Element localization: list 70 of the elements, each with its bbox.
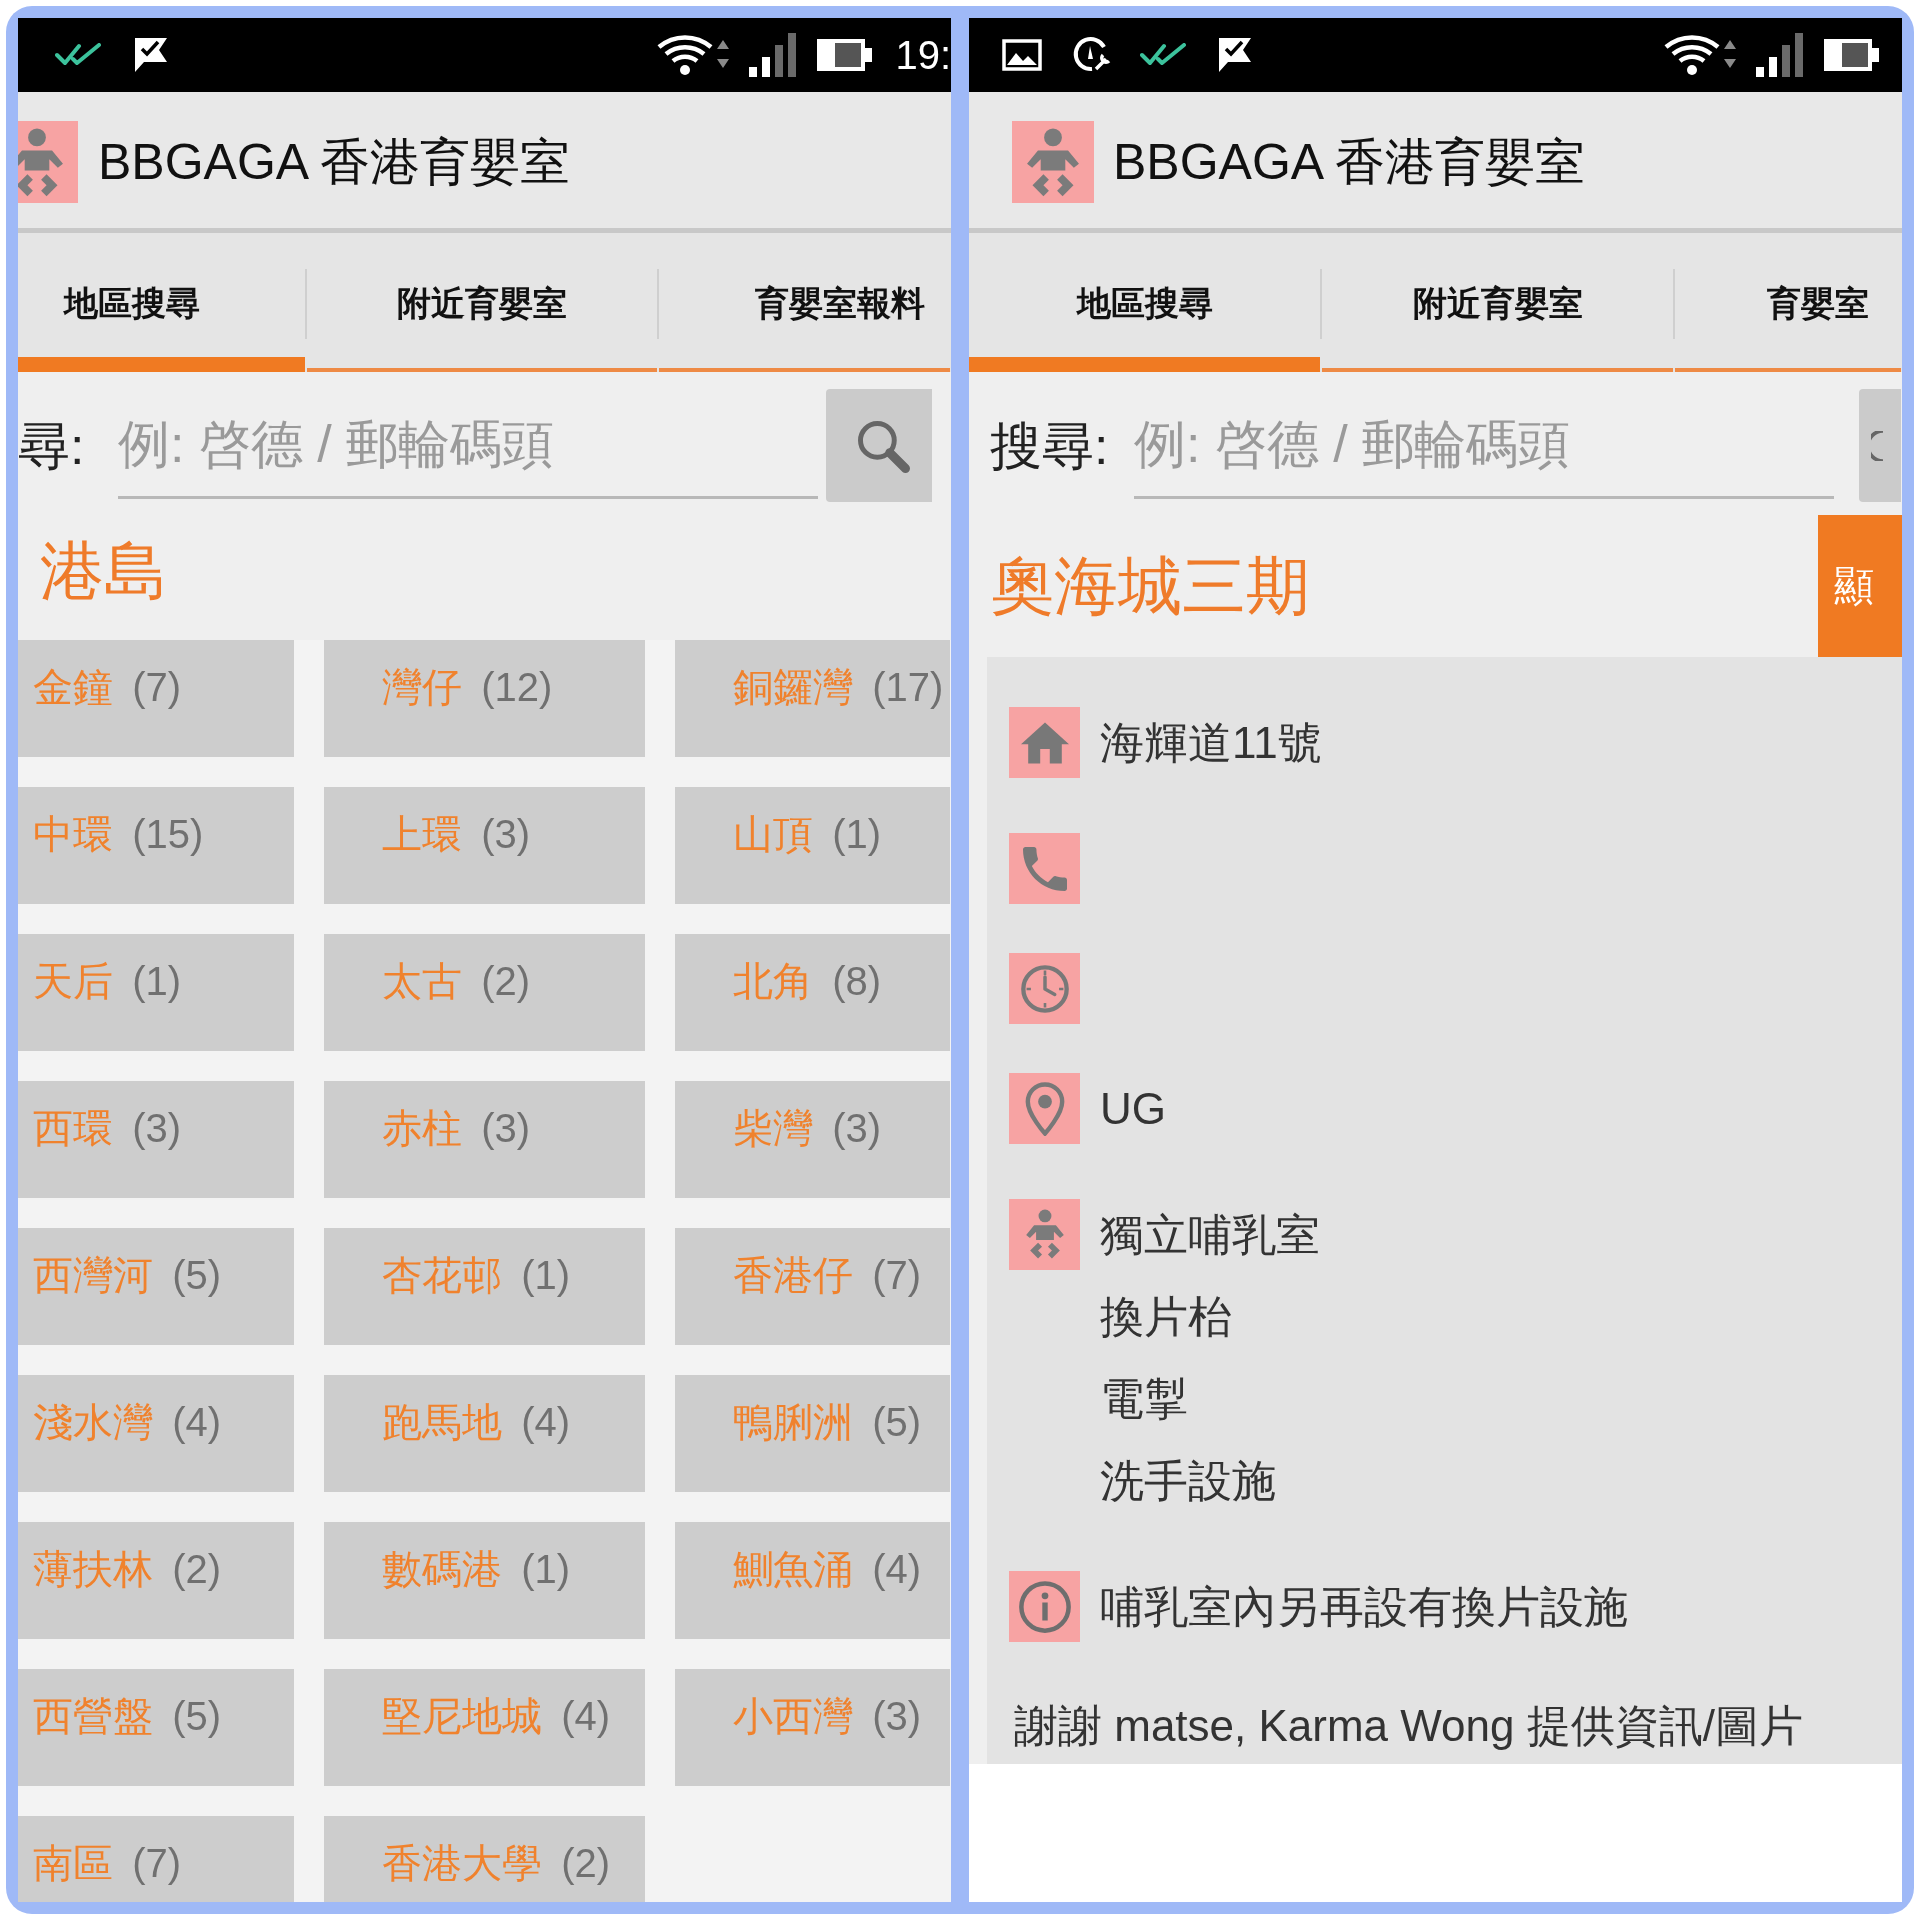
pin-icon: [1009, 1073, 1080, 1144]
search-icon: [856, 418, 910, 473]
district-button[interactable]: 柴灣 (3): [675, 1081, 950, 1198]
district-button[interactable]: 灣仔 (12): [324, 640, 645, 757]
district-button[interactable]: 淺水灣 (4): [18, 1375, 294, 1492]
show-button[interactable]: 顯: [1818, 515, 1902, 657]
tab[interactable]: 育嬰室: [1675, 233, 1901, 372]
wifi-icon: [655, 33, 732, 77]
signal-icon: [1756, 33, 1804, 77]
tab[interactable]: 育嬰室報料: [659, 233, 950, 372]
district-button[interactable]: 中環 (15): [18, 787, 294, 904]
section-title: 港島: [40, 535, 168, 607]
district-button[interactable]: 鴨脷洲 (5): [675, 1375, 950, 1492]
battery-icon: [1822, 37, 1880, 73]
search-field[interactable]: 例: 啓德 / 郵輪碼頭: [118, 392, 818, 499]
app-title: BBGAGA 香港育嬰室: [1113, 133, 1586, 192]
address-text: 海輝道11號: [1100, 717, 1322, 769]
district-button[interactable]: 薄扶林 (2): [18, 1522, 294, 1639]
district-button[interactable]: 金鐘 (7): [18, 640, 294, 757]
phone-icon: [1009, 833, 1080, 904]
info-icon: [1009, 1571, 1080, 1642]
district-button[interactable]: 上環 (3): [324, 787, 645, 904]
baby-icon: [1012, 121, 1094, 203]
facility-text: 換片枱: [1100, 1291, 1233, 1343]
clock-icon: [1009, 953, 1080, 1024]
search-label: 搜尋:: [990, 415, 1110, 476]
app-title: BBGAGA 香港育嬰室: [98, 133, 571, 192]
facility-text: 獨立哺乳室: [1100, 1209, 1320, 1261]
district-button[interactable]: 香港仔 (7): [675, 1228, 950, 1345]
image-icon: [1002, 39, 1042, 71]
district-button[interactable]: 北角 (8): [675, 934, 950, 1051]
district-button[interactable]: 山頂 (1): [675, 787, 950, 904]
battery-icon: [815, 37, 874, 73]
district-button[interactable]: 赤柱 (3): [324, 1081, 645, 1198]
tab[interactable]: 地區搜尋: [969, 233, 1320, 372]
baby-icon: [18, 121, 78, 203]
facility-text: 洗手設施: [1100, 1455, 1277, 1507]
district-button[interactable]: 西營盤 (5): [18, 1669, 294, 1786]
district-button[interactable]: 杏花邨 (1): [324, 1228, 645, 1345]
credit-text: 謝謝 matse, Karma Wong 提供資訊/圖片: [1014, 1700, 1803, 1752]
baby-icon: [1009, 1199, 1080, 1270]
district-button[interactable]: 跑馬地 (4): [324, 1375, 645, 1492]
district-button[interactable]: 天后 (1): [18, 934, 294, 1051]
district-button[interactable]: 西灣河 (5): [18, 1228, 294, 1345]
district-button[interactable]: 西環 (3): [18, 1081, 294, 1198]
search-icon: [1871, 430, 1883, 461]
district-button[interactable]: 南區 (7): [18, 1816, 294, 1902]
tab[interactable]: 地區搜尋: [18, 233, 305, 372]
note-text: 哺乳室內另再設有換片設施: [1100, 1581, 1628, 1633]
status-time: 19:: [895, 33, 951, 77]
district-button[interactable]: 香港大學 (2): [324, 1816, 645, 1902]
wifi-icon: [1662, 33, 1738, 77]
tab[interactable]: 附近育嬰室: [307, 233, 657, 372]
floor-text: UG: [1100, 1083, 1166, 1135]
signal-icon: [749, 33, 798, 77]
section-title: 奧海城三期: [990, 550, 1310, 622]
facility-text: 電掣: [1100, 1373, 1189, 1425]
district-button[interactable]: 鰂魚涌 (4): [675, 1522, 950, 1639]
home-icon: [1009, 707, 1080, 778]
search-field[interactable]: 例: 啓德 / 郵輪碼頭: [1134, 392, 1834, 499]
search-label: 尋:: [18, 415, 86, 476]
double-check-icon: [1140, 43, 1188, 67]
district-button[interactable]: 太古 (2): [324, 934, 645, 1051]
district-button[interactable]: 小西灣 (3): [675, 1669, 950, 1786]
district-button[interactable]: 數碼港 (1): [324, 1522, 645, 1639]
search-button[interactable]: [826, 389, 932, 502]
double-check-icon: [55, 43, 103, 67]
district-button[interactable]: 堅尼地城 (4): [324, 1669, 645, 1786]
district-button[interactable]: 銅鑼灣 (17): [675, 640, 950, 757]
tab[interactable]: 附近育嬰室: [1322, 233, 1673, 372]
